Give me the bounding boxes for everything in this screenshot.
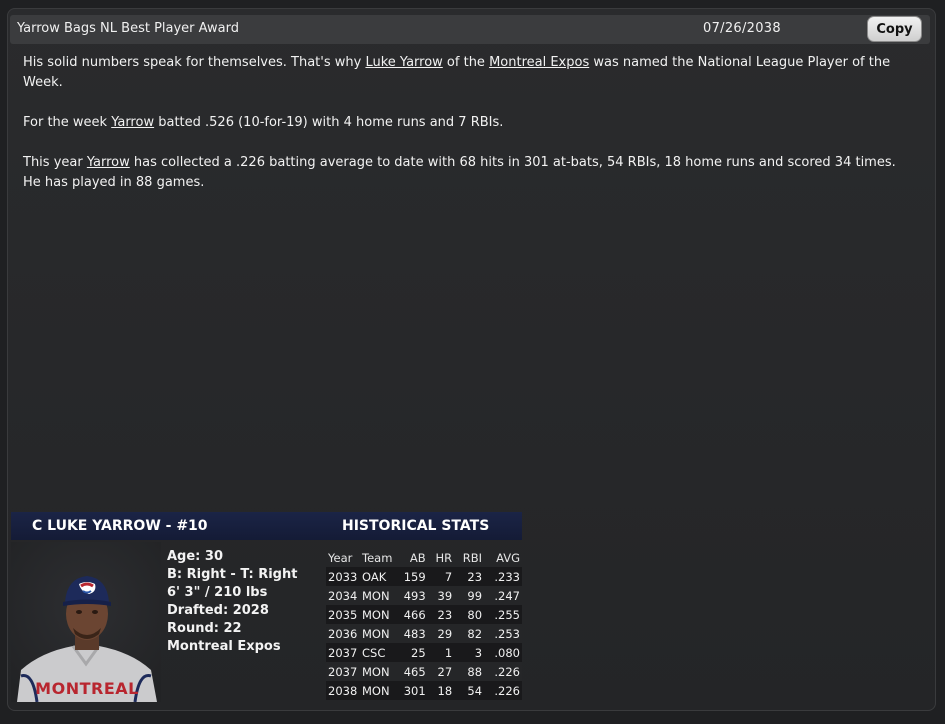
player-bats-throws: B: Right - T: Right (167, 567, 298, 582)
player-height-weight: 6' 3" / 210 lbs (167, 585, 268, 600)
player-photo[interactable]: MONTREAL (11, 542, 161, 703)
cell-rbi: 80 (454, 605, 485, 624)
cell-team: CSC (360, 643, 395, 662)
cell-avg: .226 (484, 681, 522, 700)
table-row: 2037 MON 465 27 88 .226 (326, 662, 522, 681)
cell-hr: 18 (427, 681, 455, 700)
article-date: 07/26/2038 (703, 21, 781, 36)
cell-team: MON (360, 586, 395, 605)
player-link[interactable]: Yarrow (87, 155, 130, 170)
player-portrait-icon: MONTREAL (11, 542, 161, 703)
col-avg: AVG (496, 550, 520, 565)
col-ab: AB (409, 550, 426, 565)
player-link[interactable]: Yarrow (111, 115, 154, 130)
text: batted .526 (10-for-19) with 4 home runs… (154, 115, 504, 130)
text: This year (23, 155, 87, 170)
table-row: 2036 MON 483 29 82 .253 (326, 624, 522, 643)
cell-hr: 7 (427, 567, 455, 586)
cell-hr: 27 (427, 662, 455, 681)
cell-avg: .247 (484, 586, 522, 605)
col-team: Team (362, 550, 393, 565)
player-card: C LUKE YARROW - #10 HISTORICAL STATS MON… (11, 512, 522, 703)
table-row: 2033 OAK 159 7 23 .233 (326, 567, 522, 586)
cell-ab: 493 (394, 586, 428, 605)
article-paragraph-1: His solid numbers speak for themselves. … (23, 53, 903, 93)
cell-year: 2037 (326, 643, 360, 662)
player-link[interactable]: Luke Yarrow (365, 55, 442, 70)
cell-hr: 1 (427, 643, 455, 662)
cell-rbi: 88 (454, 662, 485, 681)
cell-rbi: 54 (454, 681, 485, 700)
table-row: 2034 MON 493 39 99 .247 (326, 586, 522, 605)
cell-rbi: 3 (454, 643, 485, 662)
player-team: Montreal Expos (167, 639, 281, 654)
player-bio: Age: 30 B: Right - T: Right 6' 3" / 210 … (167, 542, 322, 702)
player-drafted: Drafted: 2028 (167, 603, 269, 618)
copy-button[interactable]: Copy (867, 16, 922, 42)
text: of the (442, 55, 490, 70)
cell-year: 2034 (326, 586, 360, 605)
cell-ab: 466 (394, 605, 428, 624)
cell-ab: 465 (394, 662, 428, 681)
cell-ab: 159 (394, 567, 428, 586)
cell-ab: 483 (394, 624, 428, 643)
col-hr: HR (435, 550, 453, 565)
player-age: Age: 30 (167, 549, 223, 564)
historical-stats-heading: HISTORICAL STATS (342, 518, 490, 534)
team-link[interactable]: Montreal Expos (489, 55, 589, 70)
cell-hr: 39 (427, 586, 455, 605)
historical-stats-table: Year Team AB HR RBI AVG 2033 OAK 159 7 2… (326, 548, 522, 700)
cell-team: OAK (360, 567, 395, 586)
player-card-header: C LUKE YARROW - #10 HISTORICAL STATS (11, 512, 522, 540)
cell-hr: 29 (427, 624, 455, 643)
text: For the week (23, 115, 112, 130)
cell-team: MON (360, 624, 395, 643)
stats-header-row: Year Team AB HR RBI AVG (326, 548, 522, 567)
col-year: Year (328, 550, 353, 565)
article-body: His solid numbers speak for themselves. … (23, 53, 903, 213)
title-bar: Yarrow Bags NL Best Player Award 07/26/2… (10, 15, 930, 44)
article-title: Yarrow Bags NL Best Player Award (17, 21, 239, 36)
cell-avg: .253 (484, 624, 522, 643)
cell-team: MON (360, 681, 395, 700)
cell-year: 2036 (326, 624, 360, 643)
text: has collected a .226 batting average to … (23, 155, 896, 190)
cell-avg: .233 (484, 567, 522, 586)
cell-year: 2033 (326, 567, 360, 586)
table-row: 2035 MON 466 23 80 .255 (326, 605, 522, 624)
cell-avg: .080 (484, 643, 522, 662)
cell-hr: 23 (427, 605, 455, 624)
cell-year: 2038 (326, 681, 360, 700)
cell-rbi: 82 (454, 624, 485, 643)
jersey-lettering: MONTREAL (35, 679, 139, 698)
player-round: Round: 22 (167, 621, 242, 636)
cell-ab: 25 (394, 643, 428, 662)
cell-team: MON (360, 662, 395, 681)
cell-year: 2037 (326, 662, 360, 681)
cell-rbi: 99 (454, 586, 485, 605)
article-paragraph-2: For the week Yarrow batted .526 (10-for-… (23, 113, 903, 133)
cell-ab: 301 (394, 681, 428, 700)
col-rbi: RBI (462, 550, 483, 565)
player-name-heading[interactable]: C LUKE YARROW - #10 (32, 518, 208, 534)
cell-avg: .255 (484, 605, 522, 624)
table-row: 2037 CSC 25 1 3 .080 (326, 643, 522, 662)
cell-avg: .226 (484, 662, 522, 681)
table-row: 2038 MON 301 18 54 .226 (326, 681, 522, 700)
article-paragraph-3: This year Yarrow has collected a .226 ba… (23, 153, 903, 193)
news-window: Yarrow Bags NL Best Player Award 07/26/2… (7, 8, 936, 711)
text: His solid numbers speak for themselves. … (23, 55, 366, 70)
cell-rbi: 23 (454, 567, 485, 586)
cell-team: MON (360, 605, 395, 624)
cell-year: 2035 (326, 605, 360, 624)
